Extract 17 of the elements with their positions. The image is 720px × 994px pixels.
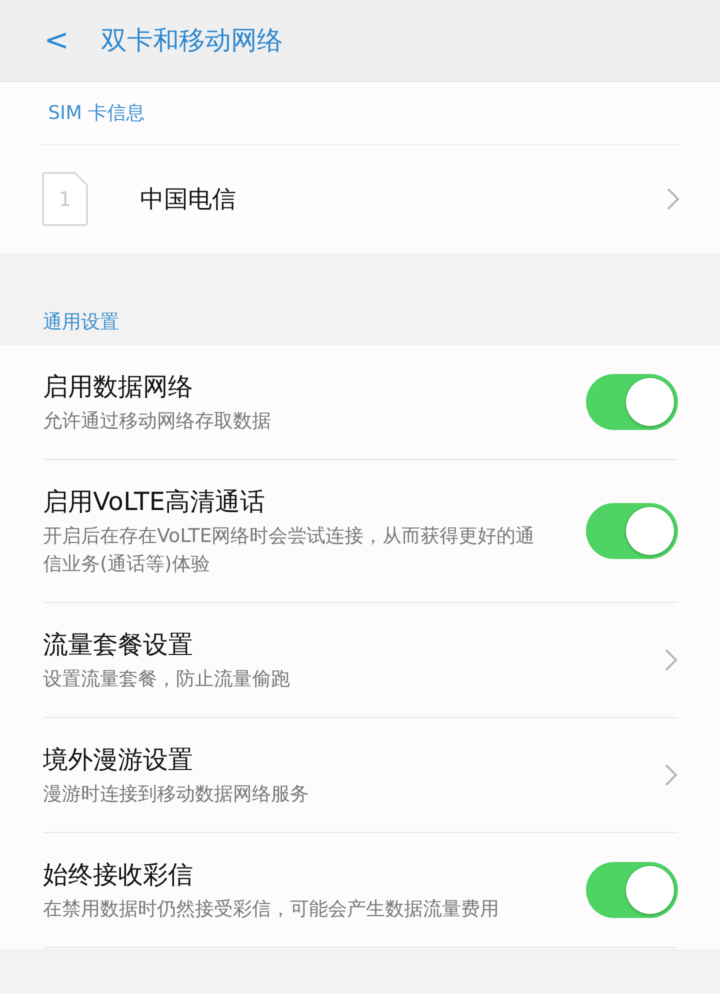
- section-label: SIM 卡信息: [48, 101, 146, 126]
- setting-description: 设置流量套餐，防止流量偷跑: [43, 666, 291, 692]
- setting-title: 启用数据网络: [43, 370, 194, 402]
- setting-description: 漫游时连接到移动数据网络服务: [43, 782, 310, 806]
- setting-description: 在禁用数据时仍然接受彩信，可能会产生数据流量费用: [43, 896, 500, 922]
- setting-title: 启用VoLTE高清通话: [43, 486, 266, 518]
- setting-title: 境外漫游设置: [43, 744, 194, 776]
- carrier-name[interactable]: 中国电信: [140, 183, 666, 215]
- section-label: 通用设置: [43, 310, 119, 335]
- setting-title: 流量套餐设置: [43, 628, 194, 660]
- chevron-right-icon: [666, 187, 680, 211]
- page-title: 双卡和移动网络: [101, 25, 284, 58]
- setting-title: 始终接收彩信: [43, 858, 194, 890]
- chevron-right-icon: [664, 763, 678, 787]
- setting-description: 允许通过移动网络存取数据: [43, 408, 272, 434]
- setting-description: 开启后在存在VoLTE网络时会尝试连接，从而获得更好的通信业务(通话等)体验: [43, 524, 536, 576]
- chevron-right-icon: [664, 648, 678, 672]
